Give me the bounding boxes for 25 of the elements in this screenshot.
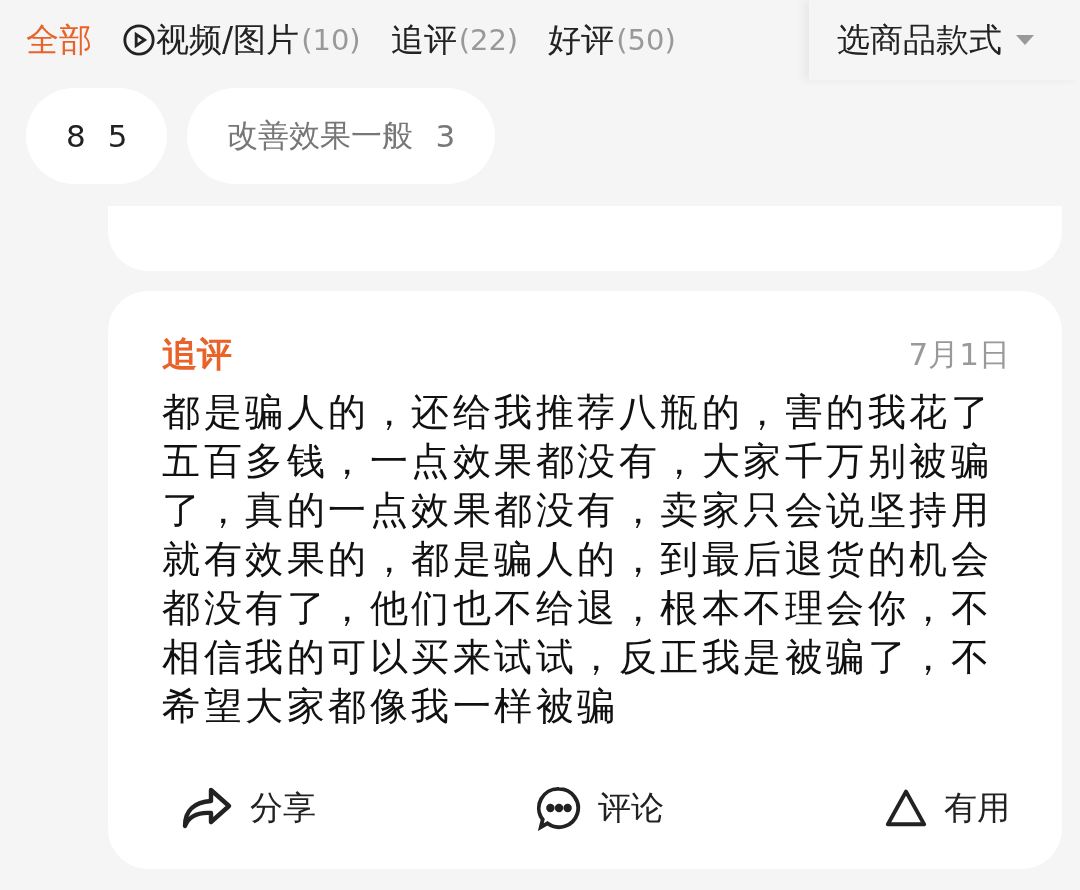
tab-count: (50) bbox=[616, 23, 676, 57]
review-date: 7月1日 bbox=[908, 334, 1010, 374]
style-filter-dropdown[interactable]: 选商品款式 bbox=[809, 0, 1080, 80]
keyword-tag[interactable]: 改善效果一般 3 bbox=[187, 88, 496, 184]
tag-label: 8 bbox=[66, 118, 86, 154]
dropdown-caret-icon bbox=[1016, 35, 1034, 45]
tag-count: 5 bbox=[107, 118, 128, 154]
keyword-tag[interactable]: 8 5 bbox=[26, 88, 168, 184]
share-icon bbox=[180, 786, 234, 830]
comment-button[interactable]: 评论 bbox=[536, 785, 664, 831]
tab-count: (10) bbox=[301, 23, 361, 57]
triangle-icon bbox=[884, 788, 928, 828]
tab-count: (22) bbox=[458, 23, 519, 57]
tag-count: 3 bbox=[435, 118, 456, 154]
review-text: 都是骗人的，还给我推荐八瓶的，害的我花了五百多钱，一点效果都没有，大家千万别被骗了，真的一点效果都没有，卖家只会说坚持用就有效果的，都是骗人的，到最后退货的机会都没有了，他们也不给退，根本不理会你，不相信我的可以买来试试，反正我是被骗了，不希望大家都像我一样被骗 bbox=[162, 389, 993, 730]
filter-label: 选商品款式 bbox=[837, 18, 1002, 61]
useful-button[interactable]: 有用 bbox=[884, 785, 1010, 831]
tag-label: 改善效果一般 bbox=[227, 116, 414, 155]
filter-tab[interactable]: 好评(50) bbox=[548, 17, 676, 63]
review-title: 追评 bbox=[162, 333, 232, 376]
filter-tab[interactable]: 追评(22) bbox=[390, 17, 519, 63]
comment-icon bbox=[536, 785, 582, 831]
filter-tab[interactable]: 视频/图片(10) bbox=[122, 17, 361, 63]
share-button[interactable]: 分享 bbox=[180, 785, 316, 831]
play-icon bbox=[122, 23, 156, 57]
